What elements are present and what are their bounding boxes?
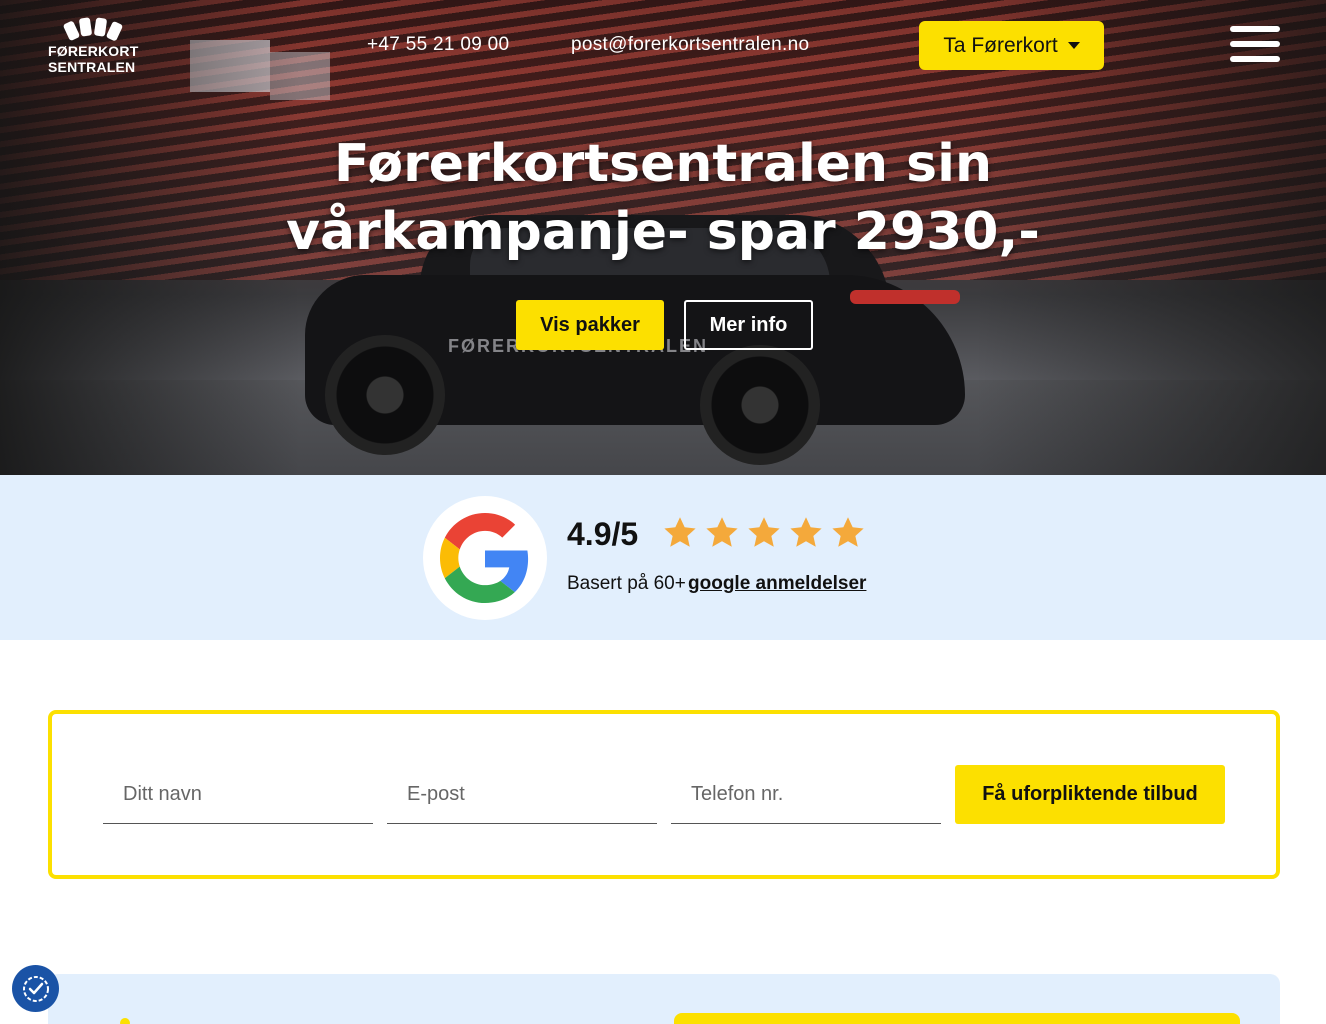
- google-icon: [440, 513, 529, 603]
- phone-field[interactable]: Telefon nr.: [671, 770, 941, 824]
- car-wheel: [700, 345, 820, 465]
- star-icon: [790, 517, 822, 547]
- cookie-consent-icon[interactable]: [12, 965, 59, 1012]
- rating-stars: [662, 515, 866, 551]
- check-badge-icon: [22, 975, 49, 1002]
- get-quote-button[interactable]: Få uforpliktende tilbud: [955, 765, 1225, 824]
- star-icon: [748, 517, 780, 547]
- car-taillight: [850, 290, 960, 304]
- next-section-yellow-block: [674, 1013, 1240, 1024]
- hero-title-line1: Førerkortsentralen sin: [334, 134, 992, 194]
- ta-forerkort-label: Ta Førerkort: [943, 33, 1058, 57]
- email-link[interactable]: post@forerkortsentralen.no: [571, 34, 809, 56]
- caret-down-icon: [1067, 42, 1080, 49]
- star-icon: [706, 517, 738, 547]
- name-field[interactable]: Ditt navn: [103, 770, 373, 824]
- hero-overlay-left: [0, 0, 300, 475]
- rating-band: [0, 475, 1326, 640]
- email-field[interactable]: E-post: [387, 770, 657, 824]
- vis-pakker-button[interactable]: Vis pakker: [516, 300, 664, 350]
- hamburger-menu-icon[interactable]: [1230, 26, 1280, 62]
- star-icon: [664, 517, 696, 547]
- logo-text[interactable]: FØRERKORT SENTRALEN: [48, 43, 144, 75]
- ta-forerkort-dropdown-button[interactable]: Ta Førerkort: [919, 21, 1104, 70]
- hero-title-line2: vårkampanje- spar 2930,-: [286, 202, 1040, 262]
- google-reviews-link[interactable]: google anmeldelser: [688, 573, 866, 595]
- logo-line2: SENTRALEN: [48, 59, 136, 75]
- hero-title: Førerkortsentralen sin vårkampanje- spar…: [260, 130, 1066, 266]
- logo-line1: FØRERKORT: [48, 43, 139, 59]
- star-icon: [832, 517, 864, 547]
- rating-based-on-text: Basert på 60+: [567, 573, 686, 594]
- next-section-dot: [120, 1018, 130, 1024]
- car-wheel: [325, 335, 445, 455]
- phone-link[interactable]: +47 55 21 09 00: [367, 34, 509, 56]
- rating-score: 4.9/5: [567, 516, 639, 552]
- mer-info-button[interactable]: Mer info: [684, 300, 813, 350]
